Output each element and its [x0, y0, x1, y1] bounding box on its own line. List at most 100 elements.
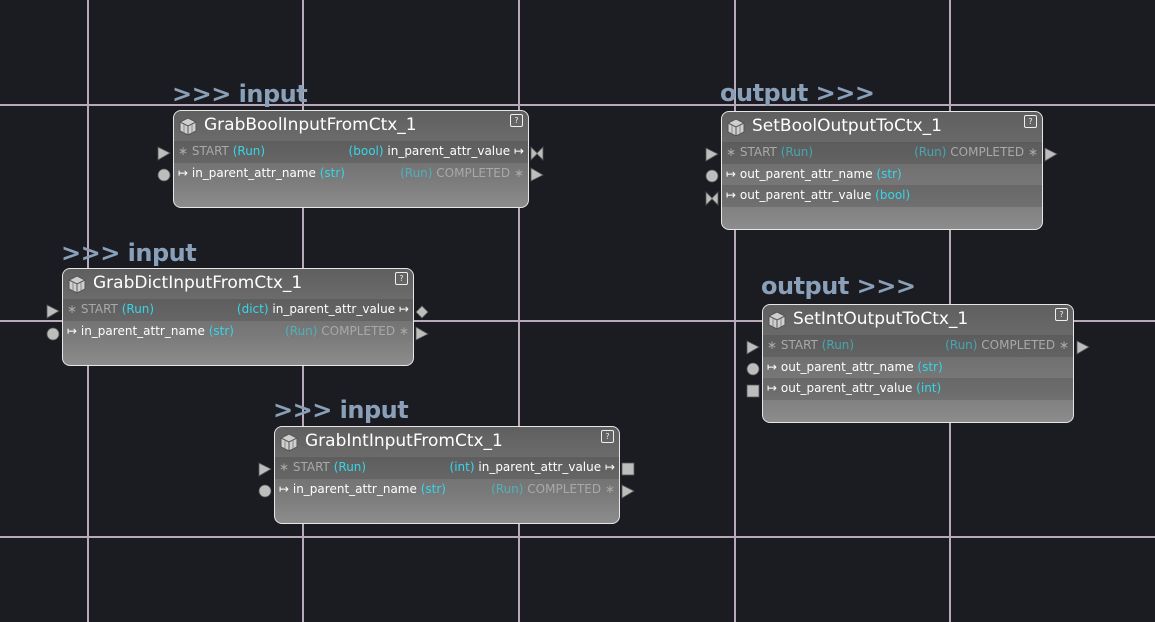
exec-out-pin[interactable]	[530, 167, 544, 182]
port-type: (str)	[208, 323, 234, 338]
node-badge: >>> input	[61, 239, 197, 267]
port-row: ∗ START (Run) (Run) COMPLETED ∗	[763, 335, 1073, 357]
port-label: ↦ in_parent_attr_name	[67, 323, 205, 338]
exec-out-pin[interactable]	[621, 484, 635, 499]
cube-icon	[179, 117, 197, 136]
port-label: in_parent_attr_value ↦	[387, 144, 524, 158]
int-in-pin[interactable]	[746, 384, 760, 398]
port-row: ∗ START (Run) (dict) in_parent_attr_valu…	[63, 299, 413, 321]
port-label: ∗ START	[726, 145, 777, 159]
port-label: COMPLETED ∗	[527, 481, 615, 496]
exec-in-pin[interactable]	[705, 147, 719, 162]
port-row: ↦ in_parent_attr_name (str) (Run) COMPLE…	[275, 479, 619, 501]
port-label: ↦ in_parent_attr_name	[279, 481, 417, 496]
node-badge: >>> input	[172, 80, 308, 108]
int-out-pin[interactable]	[621, 462, 635, 476]
exec-out-pin[interactable]	[1076, 340, 1090, 355]
port-type: (bool)	[875, 188, 911, 202]
cube-icon	[768, 311, 786, 330]
string-in-pin[interactable]	[157, 168, 171, 182]
port-label: COMPLETED ∗	[950, 145, 1038, 159]
exec-out-pin[interactable]	[415, 326, 429, 341]
port-type: (dict)	[236, 302, 269, 316]
node-title: SetIntOutputToCtx_1	[793, 309, 969, 329]
port-type: (Run)	[121, 302, 155, 316]
node-header[interactable]: GrabDictInputFromCtx_1 ?	[63, 269, 413, 299]
node-badge: output >>>	[761, 272, 916, 300]
bool-out-pin[interactable]	[530, 146, 544, 161]
port-type: (Run)	[333, 460, 367, 474]
cube-icon	[280, 433, 298, 452]
cube-icon	[68, 275, 86, 294]
node-grab-dict-input[interactable]: GrabDictInputFromCtx_1 ? ∗ START (Run) (…	[62, 268, 414, 366]
grid-line	[518, 0, 520, 622]
port-type: (Run)	[945, 338, 978, 352]
port-label: ↦ out_parent_attr_value	[767, 381, 913, 395]
port-row: ↦ in_parent_attr_name (str) (Run) COMPLE…	[174, 163, 528, 185]
port-label: COMPLETED ∗	[436, 165, 524, 180]
port-label: COMPLETED ∗	[321, 323, 409, 338]
port-label: ∗ START	[67, 302, 118, 316]
string-in-pin[interactable]	[258, 484, 272, 498]
port-row: ↦ in_parent_attr_name (str) (Run) COMPLE…	[63, 321, 413, 343]
node-set-int-output[interactable]: SetIntOutputToCtx_1 ? ∗ START (Run) (Run…	[762, 304, 1074, 423]
exec-in-pin[interactable]	[46, 304, 60, 319]
dict-out-pin[interactable]	[415, 305, 429, 319]
help-icon[interactable]: ?	[395, 272, 408, 285]
grid-line	[0, 536, 1155, 538]
port-label: in_parent_attr_value ↦	[478, 460, 615, 474]
port-row: ↦ out_parent_attr_name (str)	[763, 357, 1073, 379]
node-badge: output >>>	[720, 79, 875, 107]
port-label: ∗ START	[767, 338, 818, 352]
port-row: ↦ out_parent_attr_name (str)	[722, 164, 1042, 186]
node-header[interactable]: GrabIntInputFromCtx_1 ?	[275, 427, 619, 457]
exec-in-pin[interactable]	[157, 146, 171, 161]
node-header[interactable]: SetBoolOutputToCtx_1 ?	[722, 112, 1042, 142]
cube-icon	[727, 118, 745, 137]
node-header[interactable]: GrabBoolInputFromCtx_1 ?	[174, 111, 528, 141]
exec-out-pin[interactable]	[1044, 147, 1058, 162]
port-row: ↦ out_parent_attr_value (int)	[763, 378, 1073, 400]
port-type: (Run)	[400, 165, 433, 180]
string-in-pin[interactable]	[746, 362, 760, 376]
node-title: SetBoolOutputToCtx_1	[752, 116, 942, 136]
help-icon[interactable]: ?	[510, 114, 523, 127]
node-title: GrabDictInputFromCtx_1	[93, 273, 303, 293]
node-header[interactable]: SetIntOutputToCtx_1 ?	[763, 305, 1073, 335]
port-type: (int)	[449, 460, 475, 474]
port-row: ↦ out_parent_attr_value (bool)	[722, 185, 1042, 207]
help-icon[interactable]: ?	[601, 430, 614, 443]
help-icon[interactable]: ?	[1024, 115, 1037, 128]
bool-in-pin[interactable]	[705, 191, 719, 206]
node-title: GrabIntInputFromCtx_1	[305, 431, 503, 451]
exec-in-pin[interactable]	[746, 340, 760, 355]
port-label: ∗ START	[279, 460, 330, 474]
port-type: (str)	[876, 166, 902, 181]
port-type: (Run)	[491, 481, 524, 496]
port-label: in_parent_attr_value ↦	[272, 302, 409, 316]
exec-in-pin[interactable]	[258, 462, 272, 477]
port-label: ∗ START	[178, 144, 229, 158]
node-set-bool-output[interactable]: SetBoolOutputToCtx_1 ? ∗ START (Run) (Ru…	[721, 111, 1043, 230]
port-type: (Run)	[914, 145, 947, 159]
string-in-pin[interactable]	[46, 327, 60, 341]
port-type: (str)	[917, 359, 943, 374]
node-badge: >>> input	[273, 396, 409, 424]
port-type: (Run)	[780, 145, 814, 159]
node-grab-bool-input[interactable]: GrabBoolInputFromCtx_1 ? ∗ START (Run) (…	[173, 110, 529, 208]
node-title: GrabBoolInputFromCtx_1	[204, 115, 417, 135]
port-label: COMPLETED ∗	[981, 338, 1069, 352]
node-graph-canvas[interactable]: >>> input >>> input >>> input output >>>…	[0, 0, 1155, 622]
port-type: (Run)	[285, 323, 318, 338]
string-in-pin[interactable]	[705, 169, 719, 183]
node-grab-int-input[interactable]: GrabIntInputFromCtx_1 ? ∗ START (Run) (i…	[274, 426, 620, 524]
port-row: ∗ START (Run) (int) in_parent_attr_value…	[275, 457, 619, 479]
port-type: (Run)	[821, 338, 855, 352]
help-icon[interactable]: ?	[1055, 308, 1068, 321]
port-label: ↦ out_parent_attr_name	[767, 359, 914, 374]
port-type: (bool)	[348, 144, 384, 158]
port-row: ∗ START (Run) (bool) in_parent_attr_valu…	[174, 141, 528, 163]
port-label: ↦ in_parent_attr_name	[178, 165, 316, 180]
port-type: (str)	[420, 481, 446, 496]
port-row: ∗ START (Run) (Run) COMPLETED ∗	[722, 142, 1042, 164]
